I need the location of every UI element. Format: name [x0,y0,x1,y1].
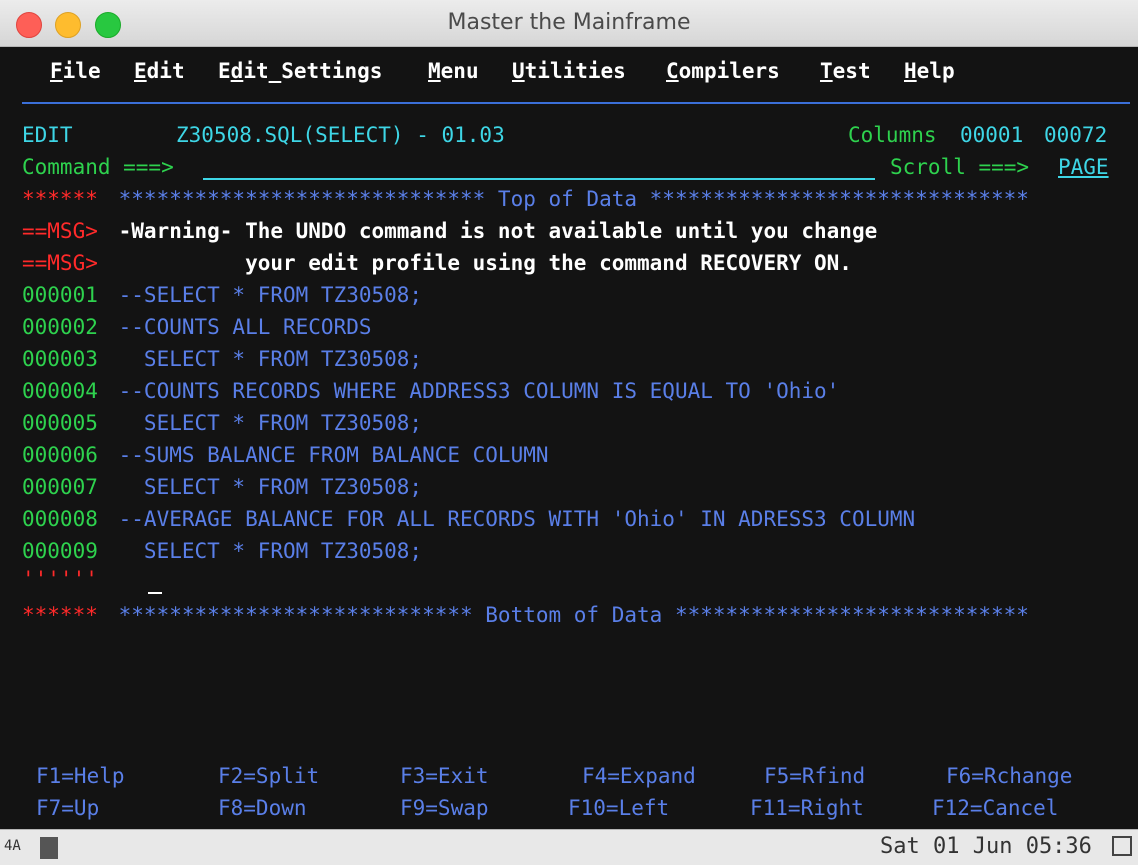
menu-menu[interactable]: Menu [428,59,479,83]
columns-start: 00001 [960,123,1024,147]
edit-mode-label: EDIT [22,123,73,147]
pf-key-f11[interactable]: F11=Right [750,796,864,820]
top-marker-prefix: ****** [22,187,98,211]
warning-message-line: your edit profile using the command RECO… [106,251,852,275]
text-cursor [148,592,162,594]
menu-test[interactable]: Test [820,59,871,83]
source-line[interactable]: SELECT * FROM TZ30508; [106,539,422,563]
pf-key-f4[interactable]: F4=Expand [582,764,696,788]
window-titlebar: Master the Mainframe [0,0,1138,47]
status-datetime: Sat 01 Jun 05:36 [880,834,1092,859]
keyboard-lock-indicator [40,837,58,859]
pf-key-f5[interactable]: F5=Rfind [764,764,865,788]
pf-key-f6[interactable]: F6=Rchange [946,764,1072,788]
menu-edit-settings[interactable]: Edit_Settings [218,59,382,83]
bottom-of-data-marker: **************************** Bottom of D… [106,603,1029,627]
msg-prefix: ==MSG> [22,251,98,275]
line-number[interactable]: 000007 [22,475,98,499]
source-line[interactable]: --SUMS BALANCE FROM BALANCE COLUMN [106,443,549,467]
source-line[interactable]: SELECT * FROM TZ30508; [106,411,422,435]
source-line[interactable]: --COUNTS ALL RECORDS [106,315,372,339]
menu-compilers[interactable]: Compilers [666,59,780,83]
pf-key-f10[interactable]: F10=Left [568,796,669,820]
command-label: Command ===> [22,155,174,179]
line-number[interactable]: 000009 [22,539,98,563]
columns-label: Columns [848,123,937,147]
command-input-underline [203,178,875,180]
source-line[interactable]: --AVERAGE BALANCE FOR ALL RECORDS WITH '… [106,507,916,531]
source-line[interactable]: --SELECT * FROM TZ30508; [106,283,422,307]
menu-edit[interactable]: Edit [134,59,185,83]
columns-end: 00072 [1044,123,1108,147]
terminal-status-bar: 4A Sat 01 Jun 05:36 [0,829,1138,865]
command-input[interactable] [203,155,875,179]
pf-key-f8[interactable]: F8=Down [218,796,307,820]
line-number[interactable]: 000004 [22,379,98,403]
insert-line-prefix[interactable]: '''''' [22,567,98,591]
line-number[interactable]: 000008 [22,507,98,531]
pf-key-f2[interactable]: F2=Split [218,764,319,788]
pf-key-f3[interactable]: F3=Exit [400,764,489,788]
menu-help[interactable]: Help [904,59,955,83]
menu-utilities[interactable]: Utilities [512,59,626,83]
line-number[interactable]: 000006 [22,443,98,467]
scroll-amount-field[interactable]: PAGE [1058,155,1109,179]
window-title: Master the Mainframe [447,10,691,35]
line-number[interactable]: 000001 [22,283,98,307]
pf-key-f7[interactable]: F7=Up [36,796,99,820]
scroll-label: Scroll ===> [890,155,1030,179]
session-indicator: 4A [4,838,21,854]
warning-message-line: -Warning- The UNDO command is not availa… [106,219,878,243]
pf-key-f1[interactable]: F1=Help [36,764,125,788]
pf-key-f12[interactable]: F12=Cancel [932,796,1058,820]
line-number[interactable]: 000005 [22,411,98,435]
source-line[interactable]: SELECT * FROM TZ30508; [106,475,422,499]
msg-prefix: ==MSG> [22,219,98,243]
bottom-marker-prefix: ****** [22,603,98,627]
top-of-data-marker: ***************************** Top of Dat… [106,187,1029,211]
terminal-screen[interactable]: File Edit Edit_Settings Menu Utilities C… [0,47,1138,829]
window-resize-icon[interactable] [1112,836,1132,856]
line-number[interactable]: 000002 [22,315,98,339]
menu-separator [22,102,1130,104]
dataset-name: Z30508.SQL(SELECT) - 01.03 [176,123,505,147]
source-line[interactable]: --COUNTS RECORDS WHERE ADDRESS3 COLUMN I… [106,379,840,403]
source-line[interactable]: SELECT * FROM TZ30508; [106,347,422,371]
line-number[interactable]: 000003 [22,347,98,371]
menu-file[interactable]: File [50,59,101,83]
pf-key-f9[interactable]: F9=Swap [400,796,489,820]
